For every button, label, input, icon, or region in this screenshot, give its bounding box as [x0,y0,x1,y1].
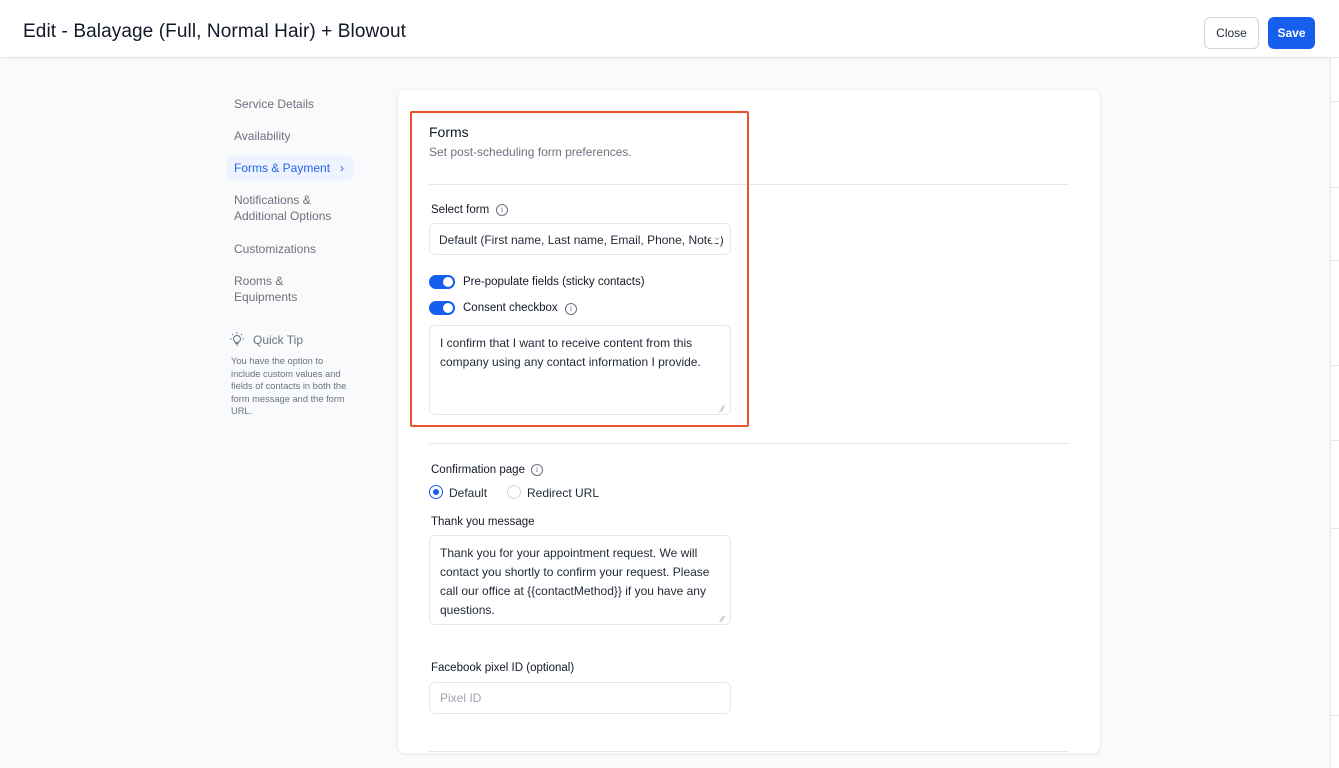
info-icon[interactable]: i [531,464,543,476]
facebook-pixel-label: Facebook pixel ID (optional) [431,662,575,674]
section-divider [429,751,1069,752]
sidebar-item-notifications[interactable]: Notifications & Additional Options [227,188,353,228]
edge-divider [1331,440,1339,441]
quick-tip-text: You have the option to include custom va… [231,356,347,416]
sidebar-item-label: Notifications & Additional Options [234,193,332,223]
save-button[interactable]: Save [1268,17,1315,49]
edge-divider [1331,715,1339,716]
sidebar-item-service-details[interactable]: Service Details [227,92,353,116]
close-button[interactable]: Close [1204,17,1259,49]
page-title: Edit - Balayage (Full, Normal Hair) + Bl… [23,21,407,42]
forms-highlight-box [410,111,749,427]
sidebar-item-label: Service Details [234,97,315,111]
sidebar-item-forms-payment[interactable]: Forms & Payment › [227,156,353,180]
sidebar-item-label: Forms & Payment [234,161,331,175]
quick-tip-title: Quick Tip [253,333,304,347]
lightbulb-icon [230,332,244,346]
pixel-id-input[interactable] [429,682,731,714]
sidebar-item-availability[interactable]: Availability [227,124,353,148]
radio-redirect-url[interactable] [507,485,521,499]
section-divider [429,443,1069,444]
top-bar: Edit - Balayage (Full, Normal Hair) + Bl… [0,0,1339,58]
edge-divider [1331,365,1339,366]
radio-default-label: Default [449,486,488,500]
radio-redirect-url-label: Redirect URL [527,486,600,500]
edge-divider [1331,187,1339,188]
sidebar-item-label: Customizations [234,242,317,256]
edge-divider [1331,260,1339,261]
resize-handle-icon[interactable]: ∕∕ [721,614,724,624]
edge-divider [1331,101,1339,102]
sidebar-item-label: Rooms & Equipments [234,274,298,304]
thank-you-message-label: Thank you message [431,516,535,528]
thank-you-message-text-area[interactable]: Thank you for your appointment request. … [429,535,731,625]
sidebar-item-rooms-equipments[interactable]: Rooms & Equipments [227,269,353,309]
sidebar-item-customizations[interactable]: Customizations [227,237,353,261]
chevron-right-icon: › [340,161,344,175]
radio-default[interactable] [429,485,443,499]
sidebar-item-label: Availability [234,129,291,143]
right-scroll-edge [1330,58,1339,768]
confirmation-page-label: Confirmation page [431,464,525,476]
edge-divider [1331,528,1339,529]
